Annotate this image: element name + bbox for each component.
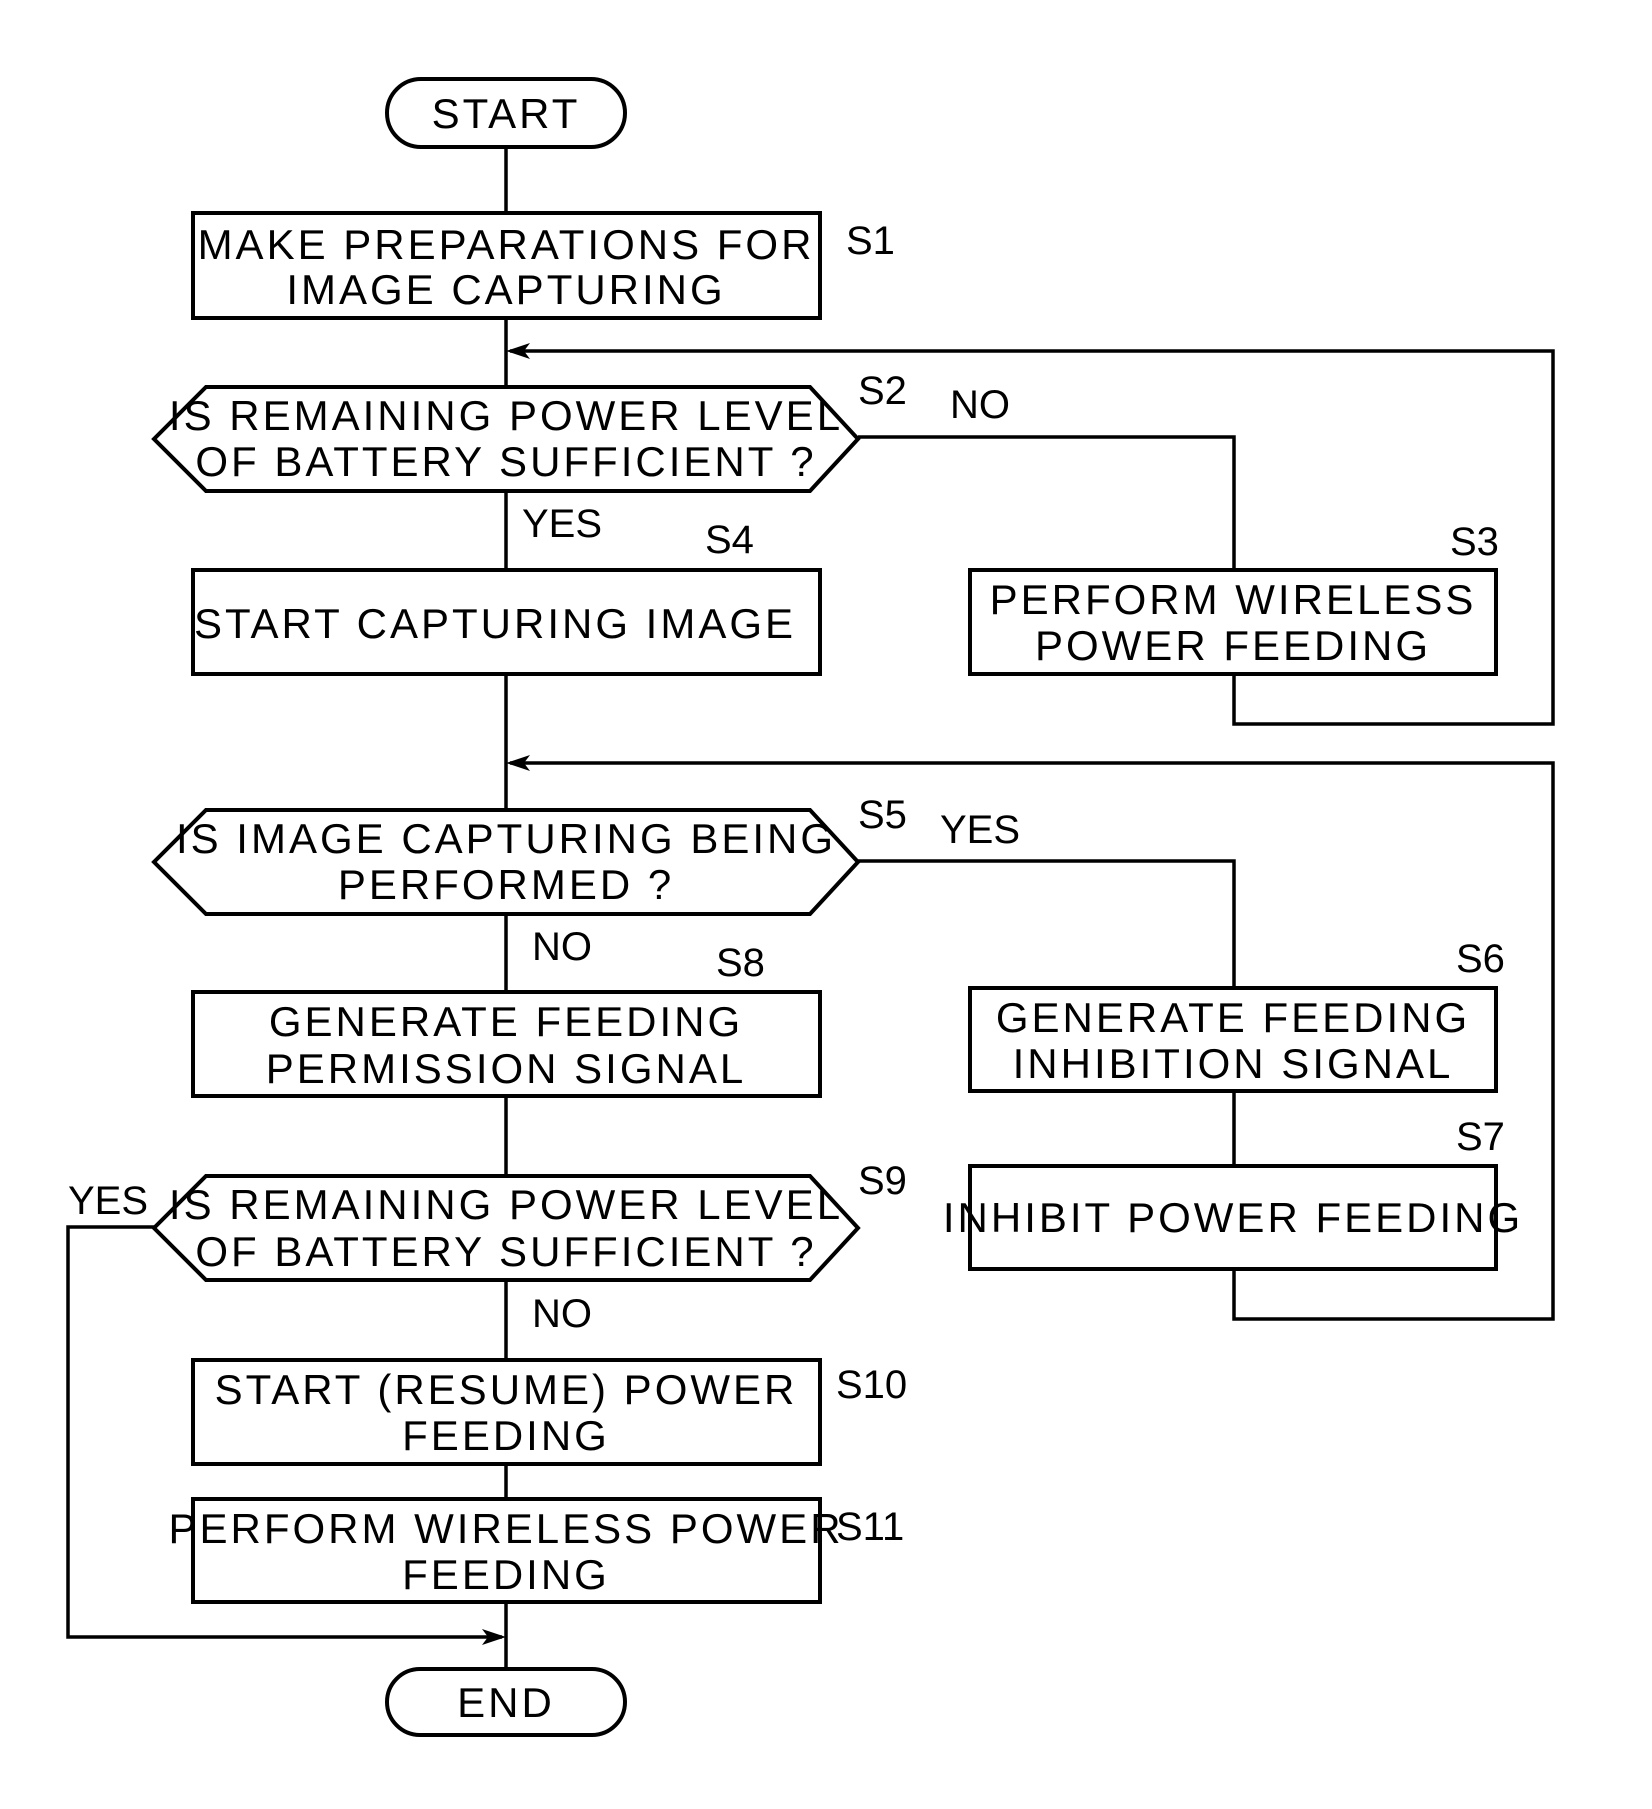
s7-text-line1: INHIBIT POWER FEEDING [943,1194,1523,1241]
s1-step-label: S1 [846,219,895,263]
s4-step-label: S4 [705,518,754,562]
s11-text-line2: FEEDING [402,1551,610,1598]
connector-s5-yes-s6 [858,859,1236,988]
s2-text-line1: IS REMAINING POWER LEVEL [169,392,843,439]
s2-no-label: NO [950,383,1010,427]
end-terminal: END [385,1667,627,1737]
s5-yes-label: YES [940,808,1020,852]
s6-text-line1: GENERATE FEEDING [996,994,1470,1041]
step-s6: GENERATE FEEDING INHIBITION SIGNAL S6 [968,937,1505,1093]
step-s1: MAKE PREPARATIONS FOR IMAGE CAPTURING S1 [191,211,895,320]
s8-text-line1: GENERATE FEEDING [269,998,743,1045]
connector-s2-no-s3 [858,435,1236,570]
s2-text-line2: OF BATTERY SUFFICIENT ? [195,438,816,485]
s3-text-line1: PERFORM WIRELESS [990,576,1477,623]
s5-text-line1: IS IMAGE CAPTURING BEING [176,815,836,862]
s1-text-line1: MAKE PREPARATIONS FOR [198,221,815,268]
step-s5-decision: IS IMAGE CAPTURING BEING PERFORMED ? S5 … [151,793,1020,969]
s11-step-label: S11 [836,1505,904,1549]
s9-yes-label: YES [68,1179,148,1223]
s10-step-label: S10 [836,1363,907,1407]
s5-no-label: NO [532,925,592,969]
s10-text-line2: FEEDING [402,1412,610,1459]
s9-text-line2: OF BATTERY SUFFICIENT ? [195,1228,816,1275]
s11-text-line1: PERFORM WIRELESS POWER [168,1505,843,1552]
s5-step-label: S5 [858,793,907,837]
s2-step-label: S2 [858,369,907,413]
start-terminal: START [385,77,627,149]
s3-step-label: S3 [1450,520,1499,564]
s9-step-label: S9 [858,1159,907,1203]
s1-text-line2: IMAGE CAPTURING [286,266,725,313]
step-s11: PERFORM WIRELESS POWER FEEDING S11 [168,1497,904,1604]
step-s2-decision: IS REMAINING POWER LEVEL OF BATTERY SUFF… [151,369,1010,546]
s5-text-line2: PERFORMED ? [338,861,674,908]
s4-text-line1: START CAPTURING IMAGE [194,600,796,647]
s3-text-line2: POWER FEEDING [1035,622,1431,669]
s9-no-label: NO [532,1292,592,1336]
s2-yes-label: YES [522,502,602,546]
flowchart: START MAKE PREPARATIONS FOR IMAGE CAPTUR… [66,77,1555,1737]
step-s10: START (RESUME) POWER FEEDING S10 [191,1358,907,1466]
s6-text-line2: INHIBITION SIGNAL [1013,1040,1454,1087]
s8-text-line2: PERMISSION SIGNAL [266,1045,746,1092]
end-label: END [457,1679,555,1726]
s9-text-line1: IS REMAINING POWER LEVEL [169,1181,843,1228]
s7-step-label: S7 [1456,1115,1505,1159]
s8-step-label: S8 [716,941,765,985]
step-s9-decision: IS REMAINING POWER LEVEL OF BATTERY SUFF… [68,1159,907,1336]
s10-text-line1: START (RESUME) POWER [215,1366,798,1413]
start-label: START [432,90,581,137]
s6-step-label: S6 [1456,937,1505,981]
